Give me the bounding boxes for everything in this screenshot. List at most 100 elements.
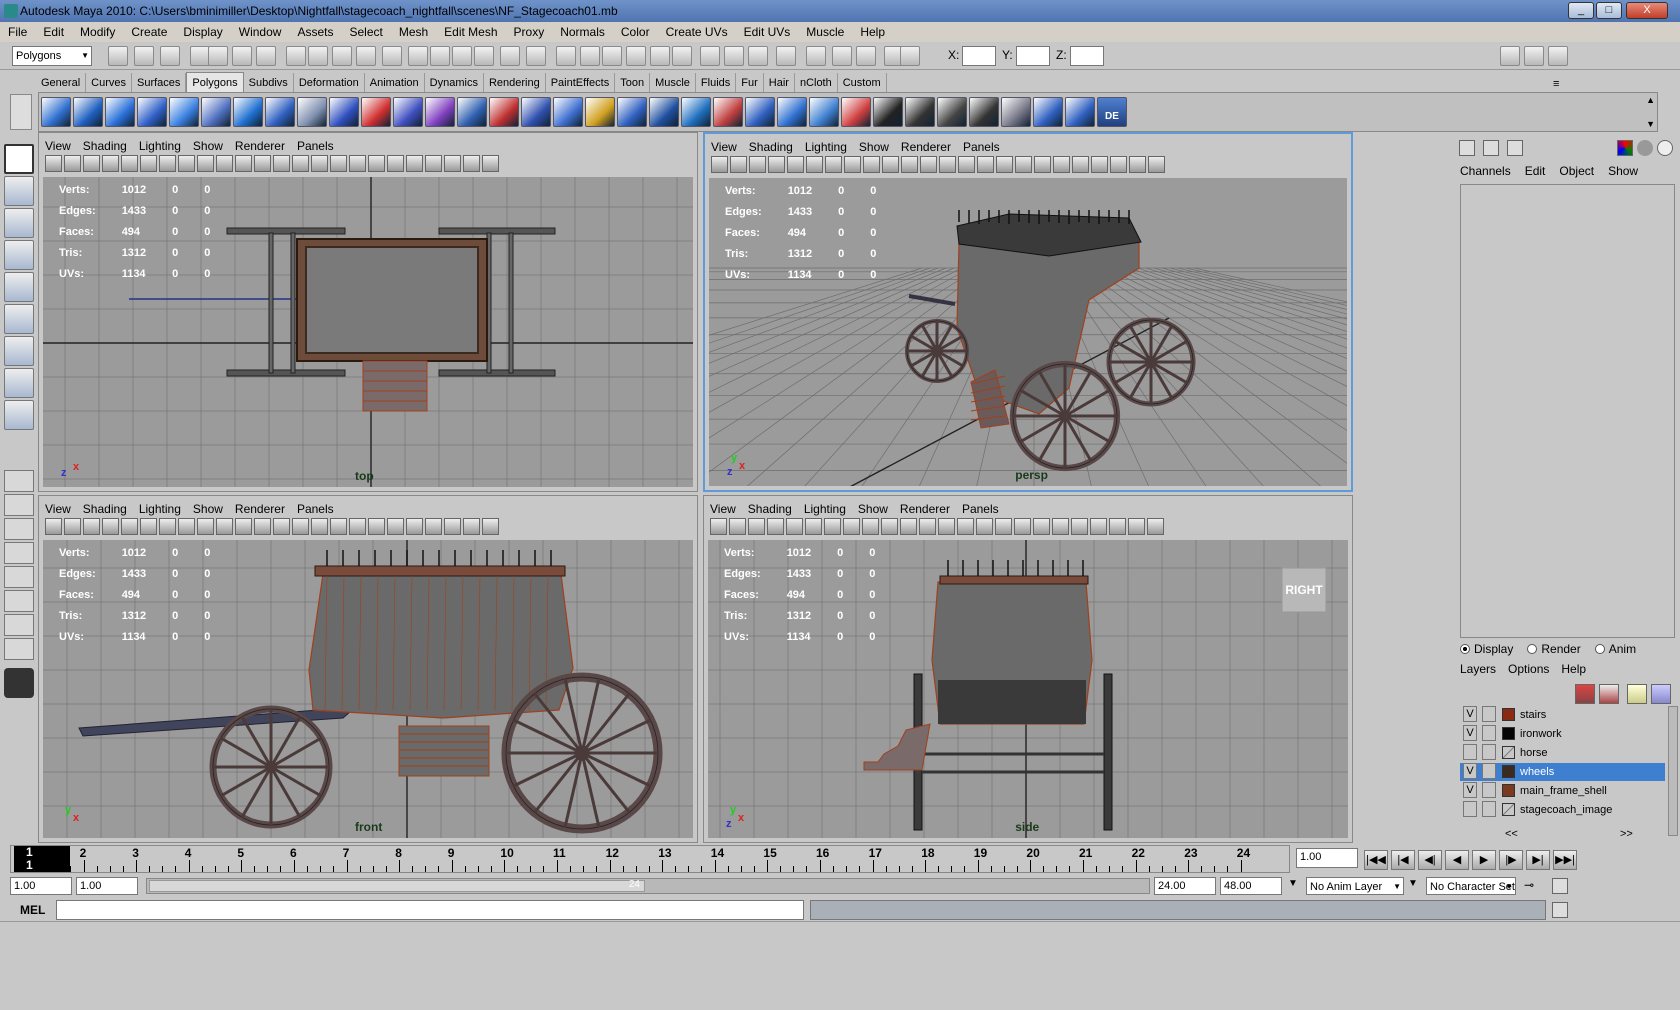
status-tool-icon[interactable] <box>724 46 744 66</box>
panel-tool-icon[interactable] <box>121 155 138 172</box>
layout-shortcut-icon[interactable] <box>4 614 34 636</box>
status-tool-icon[interactable] <box>356 46 376 66</box>
layer-color-swatch[interactable] <box>1502 784 1515 797</box>
shelf-tool-icon[interactable] <box>649 97 679 127</box>
layout-shortcut-icon[interactable] <box>4 590 34 612</box>
shelf-tool-icon[interactable] <box>969 97 999 127</box>
go-to-end-icon[interactable]: ▶▶| <box>1553 850 1577 870</box>
status-tool-icon[interactable] <box>650 46 670 66</box>
shelf-tab-curves[interactable]: Curves <box>86 73 132 93</box>
layer-row[interactable]: Vironwork <box>1460 725 1665 743</box>
shelf-menu-icon[interactable] <box>10 94 32 130</box>
status-tool-icon[interactable] <box>500 46 520 66</box>
shelf-tab-ncloth[interactable]: nCloth <box>795 73 838 93</box>
viewport-menu-show[interactable]: Show <box>858 502 888 516</box>
shelf-tool-icon[interactable] <box>489 97 519 127</box>
viewport-menu-panels[interactable]: Panels <box>963 140 1000 154</box>
panel-tool-icon[interactable] <box>216 518 233 535</box>
shelf-tool-icon[interactable] <box>41 97 71 127</box>
status-tool-icon[interactable] <box>108 46 128 66</box>
command-input[interactable] <box>56 900 804 920</box>
panel-tool-icon[interactable] <box>482 155 499 172</box>
shelf-tool-icon[interactable] <box>521 97 551 127</box>
status-tool-icon[interactable] <box>856 46 876 66</box>
shelf-tab-dynamics[interactable]: Dynamics <box>425 73 484 93</box>
paint-select-tool-icon[interactable] <box>4 208 34 238</box>
panel-tool-icon[interactable] <box>786 518 803 535</box>
status-tool-icon[interactable] <box>308 46 328 66</box>
menu-edit[interactable]: Edit <box>35 22 72 42</box>
shelf-tool-icon[interactable] <box>905 97 935 127</box>
panel-tool-icon[interactable] <box>45 155 62 172</box>
viewport-menu-shading[interactable]: Shading <box>748 502 792 516</box>
viewport-menu-show[interactable]: Show <box>193 502 223 516</box>
menu-create-uvs[interactable]: Create UVs <box>658 22 736 42</box>
scale-tool-icon[interactable] <box>4 304 34 334</box>
status-tool-icon[interactable] <box>332 46 352 66</box>
viewport-canvas[interactable]: Verts: 1012 0 0 Edges: 1433 0 0 Faces: 494 0 0 Tris:… <box>43 177 693 487</box>
channel-menu-channels[interactable]: Channels <box>1460 164 1511 178</box>
panel-tool-icon[interactable] <box>349 155 366 172</box>
panel-tool-icon[interactable] <box>64 518 81 535</box>
viewport-menu-panels[interactable]: Panels <box>962 502 999 516</box>
shelf-de-icon[interactable]: DE <box>1097 97 1127 127</box>
panel-tool-icon[interactable] <box>311 155 328 172</box>
panel-tool-icon[interactable] <box>121 518 138 535</box>
layer-row[interactable]: Vwheels <box>1460 763 1665 781</box>
shelf-tool-icon[interactable] <box>137 97 167 127</box>
status-tool-icon[interactable] <box>700 46 720 66</box>
menu-edit-mesh[interactable]: Edit Mesh <box>436 22 505 42</box>
panel-tool-icon[interactable] <box>1148 156 1165 173</box>
menuset-dropdown[interactable]: Polygons <box>12 46 92 66</box>
shelf-tab-painteffects[interactable]: PaintEffects <box>546 73 616 93</box>
layer-mode-render[interactable]: Render <box>1527 642 1581 656</box>
panel-tool-icon[interactable] <box>1072 156 1089 173</box>
panel-tool-icon[interactable] <box>748 518 765 535</box>
panel-tool-icon[interactable] <box>1110 156 1127 173</box>
menu-display[interactable]: Display <box>175 22 230 42</box>
status-tool-icon[interactable] <box>232 46 252 66</box>
panel-tool-icon[interactable] <box>958 156 975 173</box>
menu-color[interactable]: Color <box>613 22 658 42</box>
menu-create[interactable]: Create <box>123 22 175 42</box>
radio-icon[interactable] <box>1460 644 1470 654</box>
panel-tool-icon[interactable] <box>1015 156 1032 173</box>
panel-tool-icon[interactable] <box>881 518 898 535</box>
layer-visibility-toggle[interactable] <box>1463 801 1477 817</box>
panel-tool-icon[interactable] <box>900 518 917 535</box>
menu-normals[interactable]: Normals <box>552 22 613 42</box>
panel-tool-icon[interactable] <box>216 155 233 172</box>
viewport-menu-renderer[interactable]: Renderer <box>901 140 951 154</box>
panel-tool-icon[interactable] <box>863 156 880 173</box>
panel-tool-icon[interactable] <box>254 518 271 535</box>
menu-proxy[interactable]: Proxy <box>506 22 553 42</box>
minimize-button[interactable]: _ <box>1568 2 1594 19</box>
toggle-modeling-toolkit-icon[interactable] <box>1500 46 1520 66</box>
shelf-settings-icon[interactable]: ≡ <box>1548 74 1564 94</box>
channel-menu-edit[interactable]: Edit <box>1525 164 1546 178</box>
layout-shortcut-icon[interactable] <box>4 494 34 516</box>
layer-color-swatch[interactable] <box>1502 727 1515 740</box>
panel-tool-icon[interactable] <box>1071 518 1088 535</box>
panel-tool-icon[interactable] <box>995 518 1012 535</box>
shelf-tab-custom[interactable]: Custom <box>838 73 887 93</box>
status-tool-icon[interactable] <box>190 46 210 66</box>
layer-visibility-toggle[interactable] <box>1463 744 1477 760</box>
shelf-tool-icon[interactable] <box>425 97 455 127</box>
panel-tool-icon[interactable] <box>882 156 899 173</box>
viewport-menu-renderer[interactable]: Renderer <box>235 502 285 516</box>
playback-start-field[interactable]: 1.00 <box>76 877 138 895</box>
status-tool-icon[interactable] <box>806 46 826 66</box>
layer-color-swatch[interactable] <box>1502 708 1515 721</box>
layer-playback-toggle[interactable] <box>1482 763 1496 779</box>
menu-mesh[interactable]: Mesh <box>391 22 436 42</box>
layout-shortcut-icon[interactable] <box>4 470 34 492</box>
panel-tool-icon[interactable] <box>387 518 404 535</box>
anim-layer-icon[interactable] <box>1651 684 1671 704</box>
status-tool-icon[interactable] <box>430 46 450 66</box>
menu-modify[interactable]: Modify <box>72 22 123 42</box>
panel-tool-icon[interactable] <box>749 156 766 173</box>
range-slider[interactable]: 24 <box>146 878 1150 894</box>
layer-color-swatch[interactable] <box>1502 803 1515 816</box>
shelf-tool-icon[interactable] <box>841 97 871 127</box>
